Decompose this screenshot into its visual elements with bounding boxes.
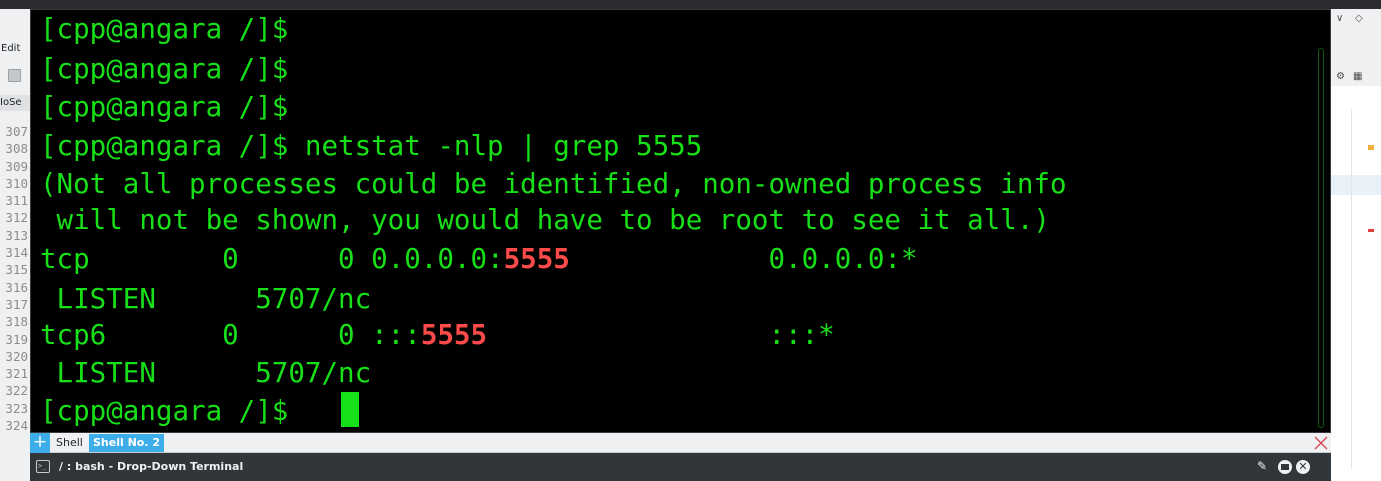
- line-number: 321: [5, 366, 28, 382]
- line-number: 319: [5, 331, 28, 347]
- line-number: 310: [5, 175, 28, 191]
- save-icon[interactable]: [8, 69, 21, 82]
- line-number: 309: [5, 158, 28, 174]
- text-cursor: [341, 392, 359, 427]
- active-prompt: [cpp@angara /]$: [40, 395, 305, 427]
- prompt-line: [cpp@angara /]$: [40, 53, 289, 85]
- menu-icon[interactable]: [1278, 460, 1292, 474]
- netstat-row-prefix: tcp 0 0 0.0.0.0:: [40, 243, 504, 275]
- netstat-row: tcp6 0 0 :::5555 :::*: [40, 318, 835, 352]
- tab-shell[interactable]: Shell: [52, 434, 87, 452]
- netstat-row: tcp 0 0 0.0.0.0:5555 0.0.0.0:*: [40, 242, 918, 276]
- editor-file-tab[interactable]: IoSe: [0, 95, 30, 111]
- error-marker[interactable]: [1368, 229, 1374, 232]
- close-window-icon[interactable]: ✕: [1296, 460, 1310, 474]
- netstat-state: LISTEN 5707/nc: [40, 357, 372, 389]
- line-number: 322: [5, 383, 28, 399]
- command-line: [cpp@angara /]$ netstat -nlp | grep 5555: [40, 130, 703, 162]
- line-number: 317: [5, 296, 28, 312]
- perspective-icon[interactable]: ▦: [1353, 71, 1362, 82]
- diamond-icon[interactable]: ◇: [1355, 13, 1363, 24]
- line-number: 307: [5, 124, 28, 139]
- prompt-line: [cpp@angara /]$: [40, 13, 289, 45]
- warning-line: (Not all processes could be identified, …: [40, 168, 1067, 200]
- menu-edit[interactable]: Edit: [1, 43, 20, 54]
- netstat-row-prefix: tcp6 0 0 :::: [40, 319, 421, 351]
- line-number: 308: [5, 141, 28, 157]
- warning-marker[interactable]: [1368, 145, 1374, 150]
- highlighted-port: 5555: [503, 243, 570, 275]
- current-line-highlight: [1331, 175, 1381, 195]
- pin-icon[interactable]: ✎: [1257, 459, 1267, 473]
- tab-shell-no-2[interactable]: Shell No. 2: [89, 434, 165, 452]
- line-number: 312: [5, 210, 28, 226]
- netstat-state: LISTEN 5707/nc: [40, 283, 372, 315]
- line-number: 323: [5, 400, 28, 416]
- line-number: 315: [5, 262, 28, 278]
- line-number: 318: [5, 314, 28, 330]
- line-number: 324: [5, 418, 28, 434]
- netstat-row-suffix: 0.0.0.0:*: [569, 243, 918, 275]
- ruler-divider: [1351, 109, 1352, 469]
- ide-left-panel: Edit IoSe 307 308 309 310 311 312 313 314 315 316…: [0, 9, 30, 481]
- ide-right-panel: ∨ ◇ ⚙ ▦ ▭ ▱: [1331, 9, 1381, 481]
- terminal-view[interactable]: [cpp@angara /]$ [cpp@angara /]$ [cpp@ang…: [30, 9, 1331, 433]
- chevron-down-icon[interactable]: ∨: [1336, 13, 1343, 24]
- terminal-scrollbar[interactable]: [1318, 48, 1324, 428]
- warning-line: will not be shown, you would have to be …: [40, 204, 1050, 236]
- line-numbers: 307 308 309 310 311 312 313 314 315 316 317 318 319 3…: [5, 123, 28, 434]
- prompt-line: [cpp@angara /]$: [40, 91, 289, 123]
- line-number: 316: [5, 279, 28, 295]
- terminal-title-bar: >_ / : bash - Drop-Down Terminal ✎ ✕: [30, 453, 1331, 481]
- close-session-icon[interactable]: [1312, 434, 1330, 452]
- new-session-button[interactable]: +: [30, 433, 50, 453]
- line-number: 313: [5, 227, 28, 243]
- highlighted-port: 5555: [420, 319, 488, 351]
- session-tab-bar: + Shell Shell No. 2: [30, 433, 1331, 453]
- line-number: 314: [5, 245, 28, 261]
- debug-perspective-icon[interactable]: ⚙: [1336, 71, 1345, 82]
- line-number: 311: [5, 193, 28, 209]
- line-number: 320: [5, 348, 28, 364]
- terminal-icon: >_: [36, 460, 50, 473]
- window-title: / : bash - Drop-Down Terminal: [59, 460, 244, 473]
- top-panel: [0, 0, 1381, 9]
- netstat-row-suffix: :::*: [487, 319, 835, 351]
